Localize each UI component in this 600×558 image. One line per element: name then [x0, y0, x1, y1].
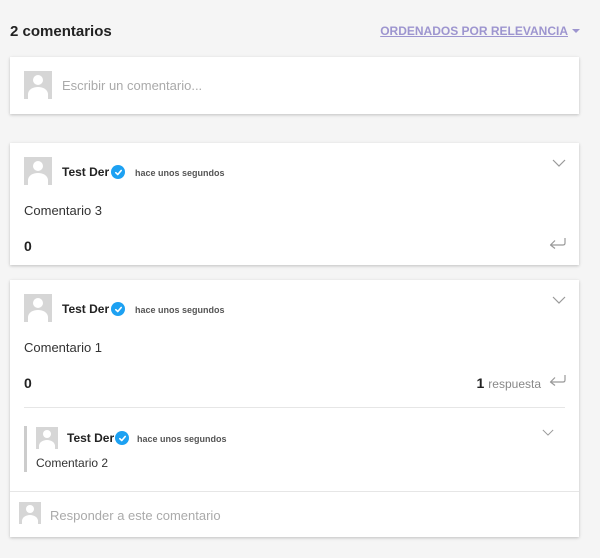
chevron-down-icon[interactable]: [552, 296, 566, 304]
comments-count-title: 2 comentarios: [10, 22, 112, 40]
verified-check-icon: [111, 165, 125, 179]
caret-down-icon: [572, 29, 580, 33]
replies-count-number: 1: [476, 375, 485, 391]
comment-composer: [10, 57, 579, 114]
replies-count-label: respuesta: [488, 377, 541, 391]
reply-composer: [10, 491, 579, 537]
sort-label: ORDENADOS POR RELEVANCIA: [380, 24, 568, 38]
comment-time: hace unos segundos: [135, 168, 225, 178]
comment-input[interactable]: [62, 75, 562, 95]
replies-count[interactable]: 1 respuesta: [477, 375, 542, 391]
reply-arrow-icon[interactable]: [548, 374, 566, 386]
reply-time: hace unos segundos: [137, 434, 227, 444]
vote-count: 0: [24, 238, 32, 254]
sort-dropdown[interactable]: ORDENADOS POR RELEVANCIA: [380, 24, 580, 38]
comment-card: Test Der hace unos segundos Comentario 3…: [10, 143, 579, 265]
divider: [24, 407, 565, 408]
vote-count: 0: [24, 375, 32, 391]
comment-author[interactable]: Test Der: [62, 302, 109, 316]
avatar: [24, 71, 52, 99]
reply-arrow-icon[interactable]: [548, 237, 566, 249]
reply-item: Test Der hace unos segundos Comentario 2: [24, 426, 565, 472]
avatar: [36, 427, 58, 449]
comment-time: hace unos segundos: [135, 305, 225, 315]
comment-card: Test Der hace unos segundos Comentario 1…: [10, 280, 579, 537]
avatar: [24, 157, 52, 185]
comment-text: Comentario 1: [24, 340, 103, 355]
comments-header: 2 comentarios ORDENADOS POR RELEVANCIA: [10, 20, 580, 42]
avatar: [24, 294, 52, 322]
avatar: [19, 502, 41, 524]
reply-text: Comentario 2: [36, 456, 109, 470]
verified-check-icon: [111, 302, 125, 316]
reply-author[interactable]: Test Der: [67, 431, 114, 445]
chevron-down-icon[interactable]: [552, 159, 566, 167]
comment-author[interactable]: Test Der: [62, 165, 109, 179]
verified-check-icon: [115, 431, 129, 445]
comment-text: Comentario 3: [24, 203, 103, 218]
chevron-down-icon[interactable]: [542, 429, 554, 436]
reply-input[interactable]: [50, 505, 550, 525]
